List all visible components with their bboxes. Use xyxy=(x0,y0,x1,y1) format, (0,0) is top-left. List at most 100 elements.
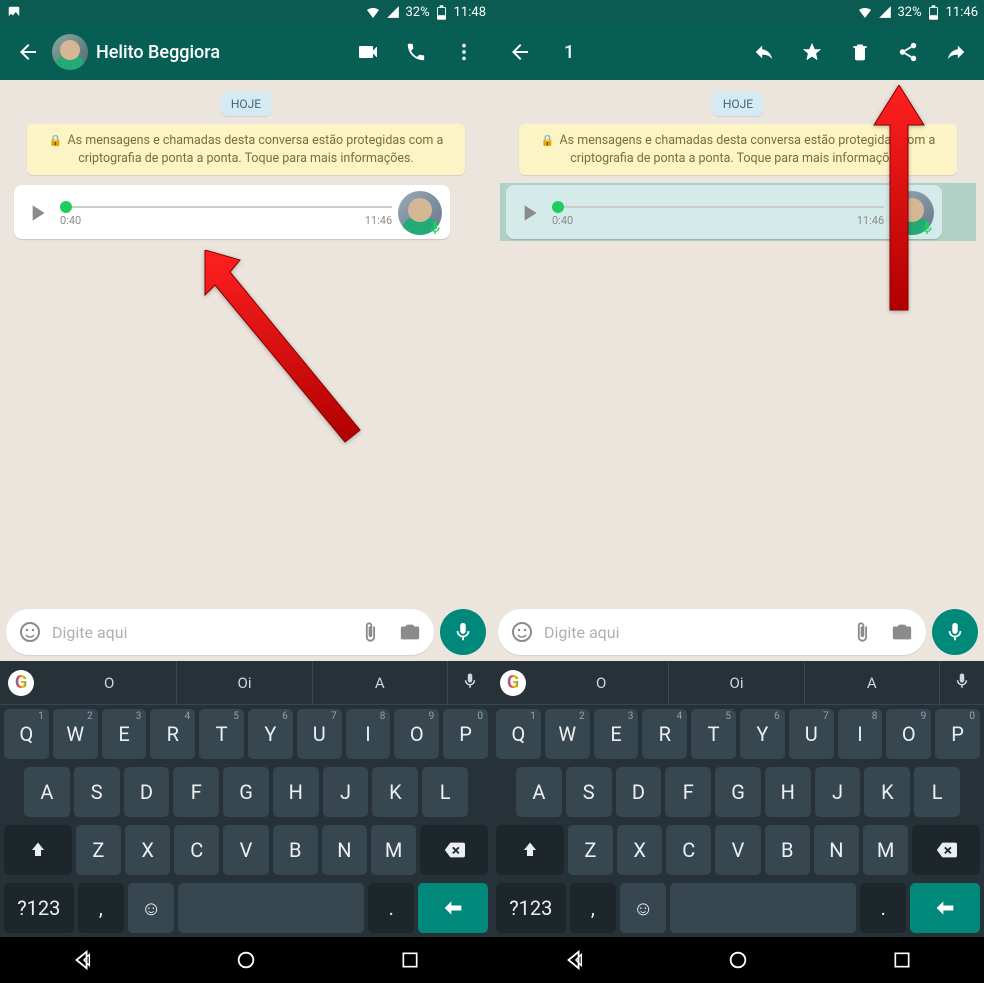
attach-button[interactable] xyxy=(844,614,880,650)
key-k[interactable]: K xyxy=(372,767,418,817)
symbols-key[interactable]: ?123 xyxy=(496,883,566,933)
google-logo-icon[interactable]: G xyxy=(8,670,34,696)
google-logo-icon[interactable]: G xyxy=(500,670,526,696)
key-n[interactable]: N xyxy=(322,825,367,875)
message-input[interactable] xyxy=(544,623,840,642)
comma-key[interactable]: , xyxy=(570,883,616,933)
contact-name[interactable]: Helito Beggiora xyxy=(96,42,340,63)
enter-key[interactable] xyxy=(418,883,488,933)
emoji-button[interactable] xyxy=(12,614,48,650)
camera-button[interactable] xyxy=(884,614,920,650)
key-z[interactable]: Z xyxy=(568,825,613,875)
key-t[interactable]: T5 xyxy=(199,709,244,759)
key-v[interactable]: V xyxy=(715,825,760,875)
key-f[interactable]: F xyxy=(665,767,711,817)
play-button[interactable] xyxy=(512,196,546,230)
key-k[interactable]: K xyxy=(864,767,910,817)
key-c[interactable]: C xyxy=(174,825,219,875)
attach-button[interactable] xyxy=(352,614,388,650)
key-e[interactable]: E3 xyxy=(594,709,639,759)
comma-key[interactable]: , xyxy=(78,883,124,933)
forward-button[interactable] xyxy=(936,32,976,72)
key-c[interactable]: C xyxy=(666,825,711,875)
space-key[interactable] xyxy=(670,883,856,933)
key-g[interactable]: G xyxy=(715,767,761,817)
key-z[interactable]: Z xyxy=(76,825,121,875)
share-button[interactable] xyxy=(888,32,928,72)
key-p[interactable]: P0 xyxy=(443,709,488,759)
back-button[interactable] xyxy=(8,32,48,72)
key-a[interactable]: A xyxy=(24,767,70,817)
voice-message-bubble[interactable]: 0:40 11:46 xyxy=(14,185,450,239)
emoji-key[interactable]: ☺ xyxy=(128,883,174,933)
key-e[interactable]: E3 xyxy=(102,709,147,759)
contact-avatar[interactable] xyxy=(52,34,88,70)
key-w[interactable]: W2 xyxy=(545,709,590,759)
camera-button[interactable] xyxy=(392,614,428,650)
period-key[interactable]: . xyxy=(368,883,414,933)
encryption-notice[interactable]: 🔒 As mensagens e chamadas desta conversa… xyxy=(27,124,465,175)
emoji-button[interactable] xyxy=(504,614,540,650)
key-d[interactable]: D xyxy=(124,767,170,817)
key-o[interactable]: O9 xyxy=(886,709,931,759)
key-i[interactable]: I8 xyxy=(838,709,883,759)
key-x[interactable]: X xyxy=(125,825,170,875)
period-key[interactable]: . xyxy=(860,883,906,933)
key-b[interactable]: B xyxy=(765,825,810,875)
voice-typing-button[interactable] xyxy=(940,672,984,694)
voice-slider[interactable]: 0:40 11:46 xyxy=(552,200,884,227)
backspace-key[interactable] xyxy=(912,825,980,875)
key-i[interactable]: I8 xyxy=(346,709,391,759)
nav-home-button[interactable] xyxy=(708,949,768,971)
shift-key[interactable] xyxy=(4,825,72,875)
key-x[interactable]: X xyxy=(617,825,662,875)
voice-typing-button[interactable] xyxy=(448,672,492,694)
key-r[interactable]: R4 xyxy=(150,709,195,759)
video-call-button[interactable] xyxy=(348,32,388,72)
key-w[interactable]: W2 xyxy=(53,709,98,759)
key-v[interactable]: V xyxy=(223,825,268,875)
back-button[interactable] xyxy=(500,32,540,72)
key-t[interactable]: T5 xyxy=(691,709,736,759)
message-input[interactable] xyxy=(52,623,348,642)
suggestion-3[interactable]: A xyxy=(313,661,448,704)
suggestion-1[interactable]: O xyxy=(42,661,177,704)
key-h[interactable]: H xyxy=(765,767,811,817)
nav-recent-button[interactable] xyxy=(380,950,440,970)
key-y[interactable]: Y6 xyxy=(248,709,293,759)
key-j[interactable]: J xyxy=(815,767,861,817)
suggestion-2[interactable]: Oi xyxy=(669,661,804,704)
key-y[interactable]: Y6 xyxy=(740,709,785,759)
key-q[interactable]: Q1 xyxy=(496,709,541,759)
key-d[interactable]: D xyxy=(616,767,662,817)
delete-button[interactable] xyxy=(840,32,880,72)
shift-key[interactable] xyxy=(496,825,564,875)
backspace-key[interactable] xyxy=(420,825,488,875)
key-j[interactable]: J xyxy=(323,767,369,817)
key-m[interactable]: M xyxy=(863,825,908,875)
emoji-key[interactable]: ☺ xyxy=(620,883,666,933)
key-a[interactable]: A xyxy=(516,767,562,817)
enter-key[interactable] xyxy=(910,883,980,933)
key-u[interactable]: U7 xyxy=(297,709,342,759)
key-p[interactable]: P0 xyxy=(935,709,980,759)
record-voice-button[interactable] xyxy=(932,609,978,655)
key-u[interactable]: U7 xyxy=(789,709,834,759)
symbols-key[interactable]: ?123 xyxy=(4,883,74,933)
key-l[interactable]: L xyxy=(914,767,960,817)
key-s[interactable]: S xyxy=(74,767,120,817)
key-h[interactable]: H xyxy=(273,767,319,817)
star-button[interactable] xyxy=(792,32,832,72)
key-g[interactable]: G xyxy=(223,767,269,817)
nav-recent-button[interactable] xyxy=(872,950,932,970)
key-l[interactable]: L xyxy=(422,767,468,817)
message-row-selected[interactable]: 0:40 11:46 xyxy=(500,183,976,241)
encryption-notice[interactable]: 🔒 As mensagens e chamadas desta conversa… xyxy=(519,124,957,175)
voice-call-button[interactable] xyxy=(396,32,436,72)
reply-button[interactable] xyxy=(744,32,784,72)
key-s[interactable]: S xyxy=(566,767,612,817)
key-f[interactable]: F xyxy=(173,767,219,817)
message-row[interactable]: 0:40 11:46 xyxy=(8,183,484,241)
suggestion-1[interactable]: O xyxy=(534,661,669,704)
play-button[interactable] xyxy=(20,196,54,230)
